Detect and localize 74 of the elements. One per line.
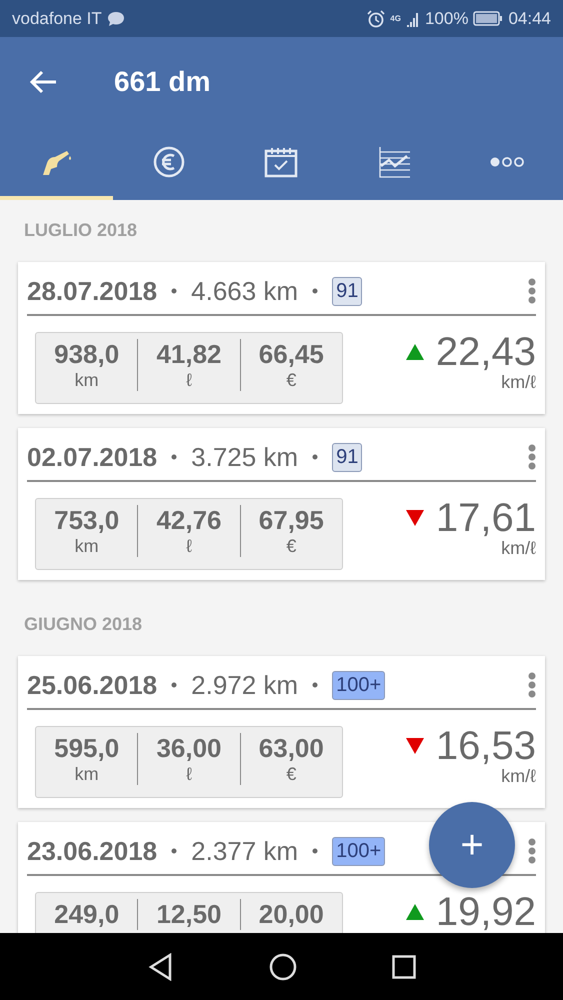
clock-time: 04:44 — [508, 8, 551, 28]
odometer-reading: 4.663 km — [191, 276, 298, 306]
dot-separator-icon — [312, 682, 318, 688]
stat-value: 595,0 — [54, 733, 120, 764]
stat-value: 67,95 — [258, 505, 324, 536]
stat-unit: km — [74, 536, 99, 557]
refuel-date: 02.07.2018 — [27, 442, 158, 472]
back-arrow-icon[interactable] — [30, 70, 58, 94]
chat-bubble-icon — [106, 10, 125, 26]
consumption-unit: km/ℓ — [501, 538, 536, 559]
month-heading: LUGLIO 2018 — [23, 219, 138, 242]
odometer-reading: 3.725 km — [191, 442, 298, 472]
fuel-grade-tag: 91 — [332, 276, 362, 306]
stat-unit: ℓ — [186, 370, 192, 391]
consumption-value: 17,61 — [436, 498, 536, 538]
calendar-check-icon — [264, 146, 298, 178]
battery-icon — [473, 11, 504, 26]
stat-unit: ℓ — [186, 764, 192, 785]
consumption-value: 16,53 — [436, 726, 536, 766]
dot-separator-icon — [171, 848, 178, 854]
overflow-menu-icon[interactable] — [528, 278, 536, 304]
dot-separator-icon — [171, 682, 178, 688]
stat-value: 20,00 — [258, 899, 324, 930]
consumption-unit: km/ℓ — [501, 766, 536, 787]
stat-value: 938,0 — [54, 339, 120, 370]
euro-coin-icon — [152, 146, 185, 178]
refuel-card[interactable]: 28.07.2018 4.663 km 91 938,0 km 41,82 ℓ 66,45 € 22,43 km/ℓ — [18, 262, 545, 414]
dot-separator-icon — [312, 288, 318, 294]
network-type: 4G — [390, 14, 401, 23]
stat-unit: € — [286, 764, 296, 785]
stat-value: 753,0 — [54, 505, 120, 536]
stat-unit: km — [74, 764, 99, 785]
more-dots-icon — [490, 156, 524, 168]
overflow-menu-icon[interactable] — [528, 444, 536, 470]
battery-percent: 100% — [424, 8, 468, 28]
consumption-value: 22,43 — [436, 332, 536, 372]
fuel-grade-tag: 91 — [332, 442, 362, 472]
refuel-date: 28.07.2018 — [27, 276, 158, 306]
stat-value: 63,00 — [258, 733, 324, 764]
dot-separator-icon — [312, 848, 318, 854]
app-title: 661 dm — [114, 66, 210, 98]
stat-value: 42,76 — [156, 505, 222, 536]
stat-unit: € — [286, 536, 296, 557]
recents-nav-icon[interactable] — [392, 954, 416, 978]
overflow-menu-icon[interactable] — [528, 672, 536, 698]
carrier-name: vodafone IT — [12, 8, 102, 28]
consumption-value: 19,92 — [436, 892, 536, 932]
alarm-clock-icon — [367, 10, 386, 28]
stat-value: 66,45 — [258, 339, 324, 370]
stat-value: 41,82 — [156, 339, 222, 370]
odometer-reading: 2.377 km — [191, 836, 298, 866]
refuel-card[interactable]: 02.07.2018 3.725 km 91 753,0 km 42,76 ℓ 67,95 € 17,61 km/ℓ — [18, 428, 545, 580]
stat-unit: km — [74, 370, 99, 391]
dot-separator-icon — [171, 454, 178, 460]
stat-unit: € — [286, 370, 296, 391]
odometer-reading: 2.972 km — [191, 670, 298, 700]
home-nav-icon[interactable] — [268, 952, 296, 980]
month-heading: GIUGNO 2018 — [23, 613, 144, 636]
refuel-date: 23.06.2018 — [27, 836, 158, 866]
signal-bars-icon — [406, 10, 420, 26]
refuel-date: 25.06.2018 — [27, 670, 158, 700]
fuel-grade-tag: 100+ — [332, 836, 386, 866]
line-chart-icon — [378, 146, 410, 178]
refuel-card[interactable]: 25.06.2018 2.972 km 100+ 595,0 km 36,00 ℓ 63,00 € 16,53 km/ℓ — [18, 656, 545, 808]
back-nav-icon[interactable] — [148, 952, 174, 980]
stat-value: 36,00 — [156, 733, 222, 764]
stat-unit: ℓ — [186, 536, 192, 557]
dot-separator-icon — [312, 454, 318, 460]
stat-value: 249,0 — [54, 899, 120, 930]
stat-value: 12,50 — [156, 899, 222, 930]
overflow-menu-icon[interactable] — [528, 838, 536, 864]
fuel-grade-tag: 100+ — [332, 670, 386, 700]
consumption-unit: km/ℓ — [501, 372, 536, 393]
dot-separator-icon — [171, 288, 178, 294]
